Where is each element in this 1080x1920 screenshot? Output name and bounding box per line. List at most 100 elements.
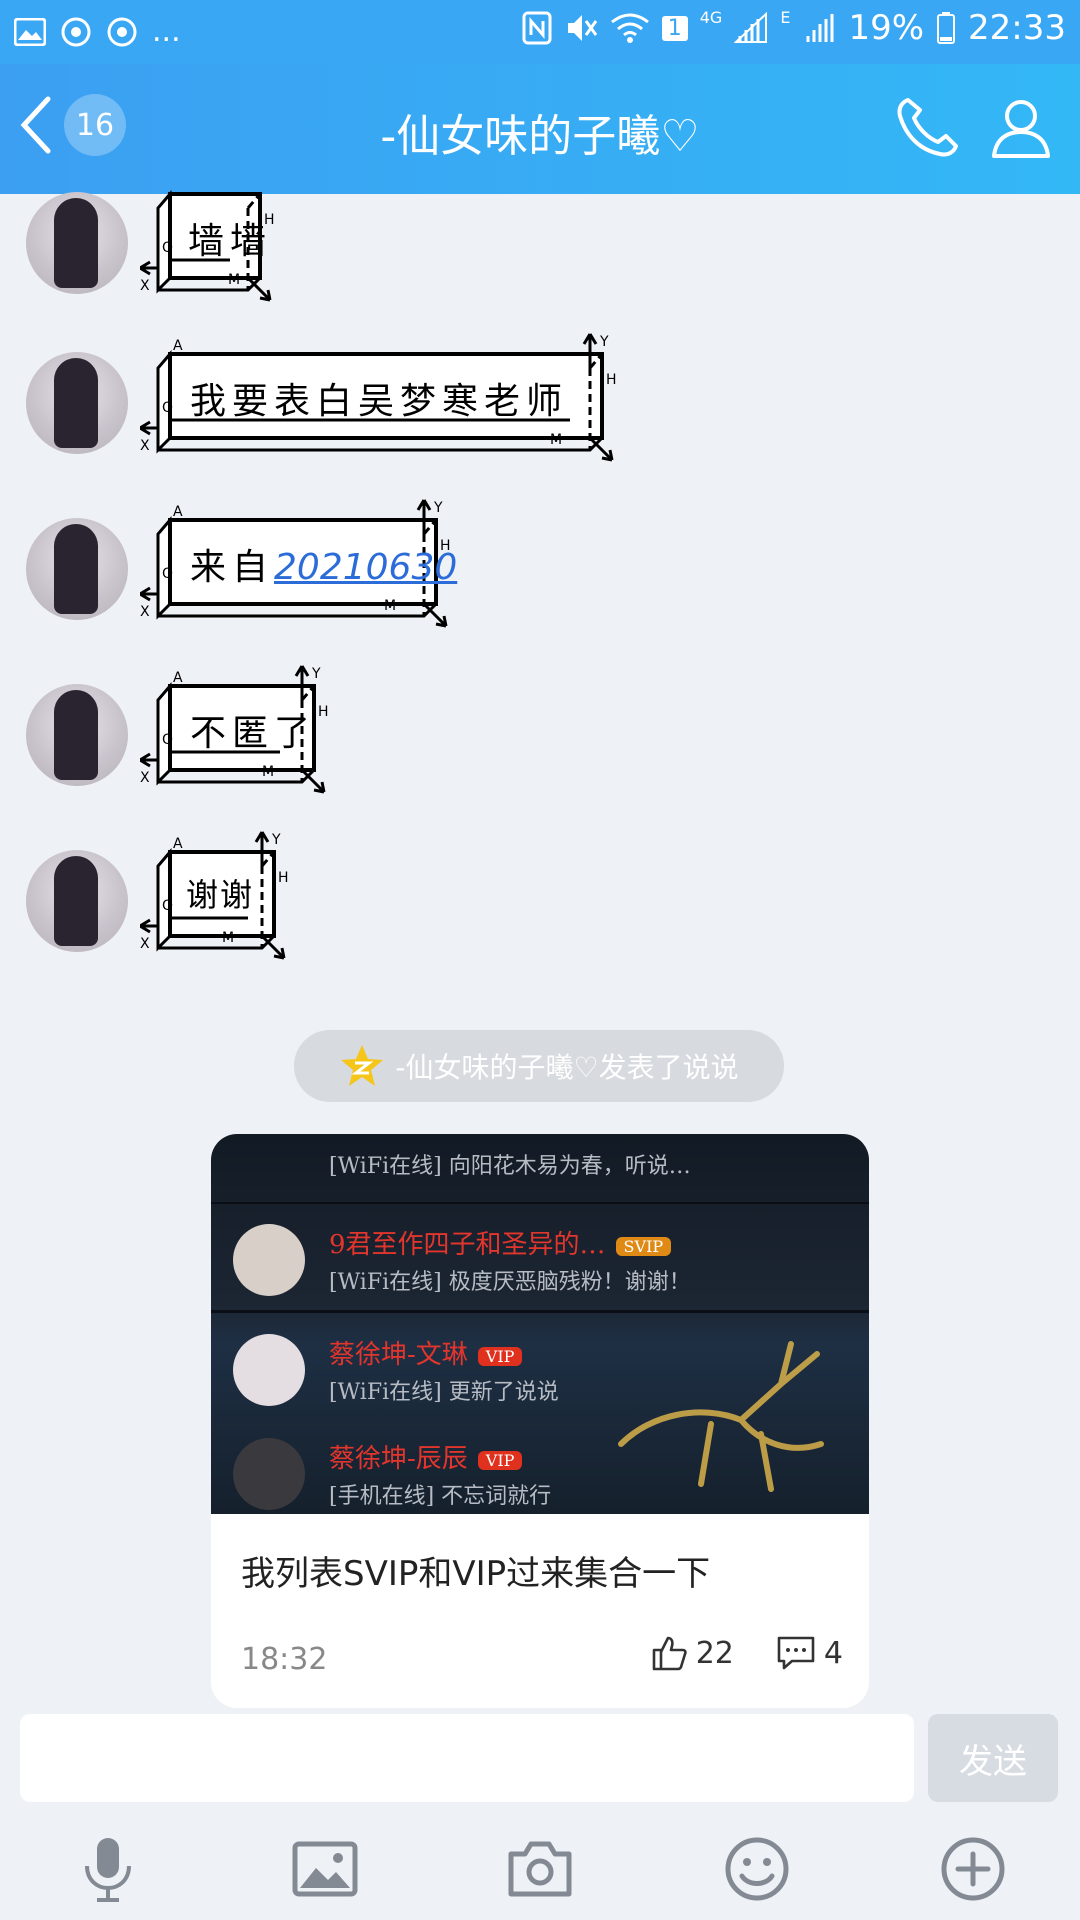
- axis-label-x: X: [140, 604, 150, 620]
- axis-label-h: H: [318, 704, 329, 720]
- microphone-icon[interactable]: [73, 1834, 143, 1904]
- axis-label-y: Y: [433, 500, 443, 516]
- network-4g-label: 4G: [699, 8, 723, 27]
- sim-indicator: 1: [661, 15, 688, 41]
- post-caption: 我列表SVIP和VIP过来集合一下: [241, 1554, 711, 1594]
- axis-label-a: A: [173, 836, 183, 852]
- vip-tag: VIP: [477, 1450, 523, 1470]
- message-text: 墙墙: [188, 221, 273, 262]
- input-toolbar: [0, 1820, 1080, 1920]
- status-bar: ... 1 4G E 19% 22:33: [0, 0, 1080, 64]
- clock: 22:33: [968, 8, 1066, 48]
- message-text: 来自20210630: [190, 538, 457, 590]
- image-row-name: 蔡徐坤-辰辰 VIP: [329, 1438, 523, 1475]
- axis-label-m: M: [384, 598, 396, 614]
- message-bubble[interactable]: A Y H O X M 来自20210630: [139, 496, 520, 650]
- avatar[interactable]: [26, 684, 128, 786]
- camera-icon[interactable]: [505, 1834, 575, 1904]
- message-row: A Y H O X M 不匿了: [26, 665, 329, 794]
- app-notification-icon: [61, 17, 91, 46]
- axis-label-x: X: [140, 770, 150, 786]
- deer-decoration: [618, 1341, 824, 1492]
- status-notice[interactable]: -仙女味的子曦♡发表了说说: [294, 1030, 784, 1102]
- profile-icon[interactable]: [988, 94, 1054, 160]
- qzone-star-icon: [341, 1045, 384, 1086]
- notification-icons: ...: [14, 14, 181, 49]
- post-stats: 22 4: [650, 1634, 843, 1672]
- axis-label-o: O: [162, 400, 173, 416]
- image-divider: [211, 1202, 869, 1204]
- post-image[interactable]: [WiFi在线] 向阳花木易为春，听说… 9君至作四子和圣异的… SVIP [Wi…: [211, 1134, 869, 1514]
- thumbs-up-icon: [652, 1636, 687, 1671]
- battery-icon: [937, 12, 956, 44]
- message-input[interactable]: [20, 1714, 914, 1802]
- message-bubble[interactable]: A H O X M 墙墙: [139, 178, 370, 324]
- message-bubble[interactable]: A Y H O X M 我要表白吴梦寒老师: [139, 330, 660, 484]
- gallery-notification-icon: [14, 17, 46, 46]
- shared-post-card[interactable]: [WiFi在线] 向阳花木易为春，听说… 9君至作四子和圣异的… SVIP [Wi…: [211, 1134, 869, 1708]
- wifi-icon: [610, 13, 649, 43]
- image-divider: [211, 1310, 869, 1313]
- axis-label-o: O: [162, 240, 173, 256]
- network-e-label: E: [780, 8, 791, 27]
- emoji-icon[interactable]: [722, 1834, 792, 1904]
- message-link[interactable]: 20210630: [274, 547, 457, 588]
- avatar[interactable]: [26, 518, 128, 620]
- avatar[interactable]: [26, 850, 128, 952]
- image-row-signature: [WiFi在线] 极度厌恶脑残粉！谢谢！: [329, 1270, 691, 1295]
- send-button[interactable]: 发送: [928, 1714, 1058, 1802]
- image-row-avatar: [233, 1224, 305, 1296]
- axis-label-x: X: [140, 278, 150, 294]
- avatar[interactable]: [26, 192, 128, 294]
- mute-icon: [567, 15, 597, 41]
- phone-icon[interactable]: [894, 94, 960, 160]
- axis-label-h: H: [606, 372, 617, 388]
- message-prefix: 来自: [190, 547, 275, 588]
- more-notifications: ...: [152, 14, 181, 49]
- image-list-row: 9君至作四子和圣异的… SVIP [WiFi在线] 极度厌恶脑残粉！谢谢！: [211, 1206, 869, 1306]
- image-row-signature: [WiFi在线] 更新了说说: [329, 1380, 559, 1405]
- signal-icon: [734, 12, 768, 43]
- post-time: 18:32: [241, 1642, 328, 1677]
- like-count: 22: [695, 1635, 734, 1671]
- image-row-name: 蔡徐坤-文琳 VIP: [329, 1334, 523, 1371]
- plus-icon[interactable]: [938, 1834, 1008, 1904]
- axis-label-a: A: [173, 190, 183, 194]
- message-bubble[interactable]: A Y H O X M 谢谢: [139, 828, 360, 982]
- avatar[interactable]: [26, 352, 128, 454]
- message-row: A Y H O X M 谢谢: [26, 831, 289, 960]
- message-row: A H O X M 墙墙: [26, 178, 275, 302]
- image-row-avatar: [233, 1334, 305, 1406]
- image-list-row: [WiFi在线] 向阳花木易为春，听说…: [211, 1134, 869, 1180]
- battery-percent: 19%: [848, 8, 925, 48]
- message-row: A Y H O X M 我要表白吴梦寒老师: [26, 333, 617, 462]
- axis-label-x: X: [140, 438, 150, 454]
- comment-button[interactable]: 4: [776, 1635, 843, 1671]
- axis-label-a: A: [173, 504, 183, 520]
- system-icons: 1 4G E 19% 22:33: [522, 8, 1066, 48]
- axis-label-o: O: [162, 732, 173, 748]
- signal-icon-2: [806, 14, 834, 42]
- axis-label-o: O: [162, 898, 173, 914]
- image-row-name: 9君至作四子和圣异的… SVIP: [329, 1224, 672, 1261]
- comment-icon: [777, 1636, 815, 1670]
- axis-label-a: A: [173, 670, 183, 686]
- message-text: 我要表白吴梦寒老师: [190, 381, 569, 422]
- message-row: A Y H O X M 来自20210630: [26, 499, 457, 628]
- image-icon[interactable]: [290, 1834, 360, 1904]
- notice-text: -仙女味的子曦♡发表了说说: [395, 1051, 739, 1084]
- image-row-signature: [手机在线] 不忘词就行: [329, 1484, 552, 1509]
- axis-label-y: Y: [271, 832, 281, 848]
- axis-label-m: M: [550, 432, 562, 448]
- axis-label-m: M: [222, 930, 234, 946]
- like-button[interactable]: 22: [650, 1634, 734, 1672]
- axis-label-m: M: [262, 764, 274, 780]
- message-text: 谢谢: [186, 876, 255, 914]
- svip-tag: SVIP: [615, 1236, 672, 1256]
- image-row-signature: [WiFi在线] 向阳花木易为春，听说…: [329, 1154, 691, 1179]
- chat-header: 16 -仙女味的子曦♡: [0, 64, 1080, 194]
- axis-label-y: Y: [311, 666, 321, 682]
- message-bubble[interactable]: A Y H O X M 不匿了: [139, 662, 400, 816]
- app-notification-icon-2: [107, 17, 137, 46]
- axis-label-o: O: [162, 566, 173, 582]
